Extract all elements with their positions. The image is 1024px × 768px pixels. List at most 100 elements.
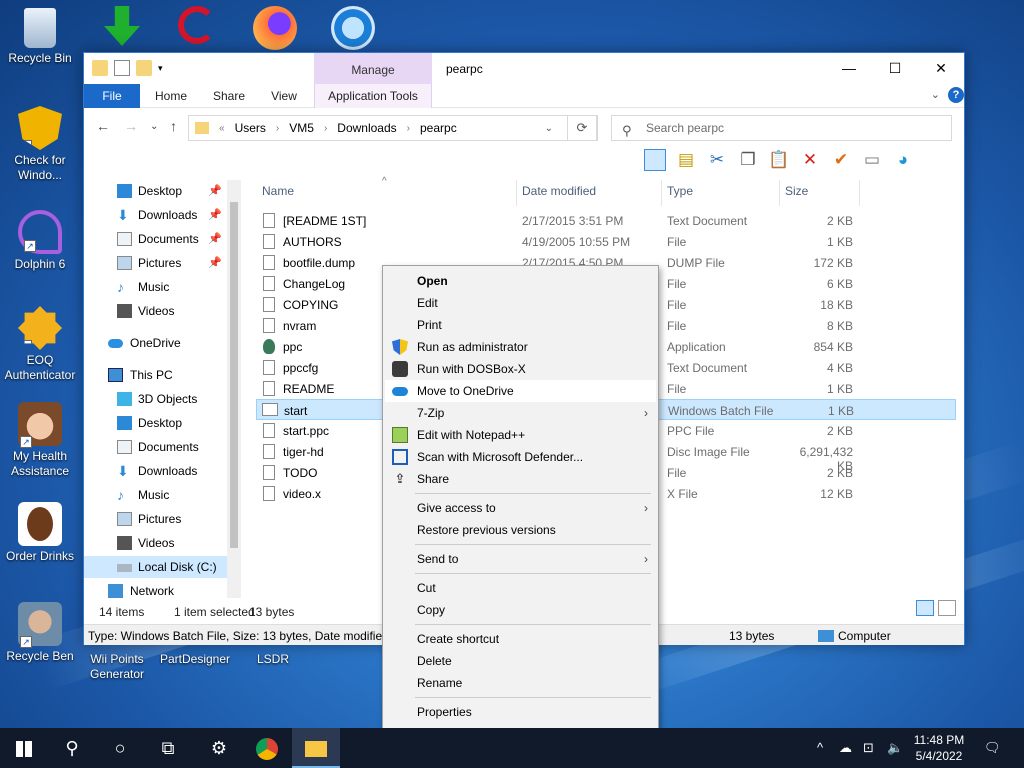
menu-item-defender-scan[interactable]: Scan with Microsoft Defender... bbox=[385, 446, 656, 468]
download-arrow-app-icon[interactable] bbox=[82, 6, 162, 49]
menu-item-share[interactable]: ⇪ Share bbox=[385, 468, 656, 490]
nav-item-pc-documents[interactable]: Documents bbox=[84, 436, 228, 458]
nav-item-pc-desktop[interactable]: Desktop bbox=[84, 412, 228, 434]
nav-item-this-pc[interactable]: This PC bbox=[84, 364, 228, 386]
nav-item-downloads[interactable]: ⬇ Downloads 📌 bbox=[84, 204, 228, 226]
delete-x-icon[interactable]: ✕ bbox=[799, 149, 821, 171]
cut-scissors-icon[interactable]: ✂ bbox=[706, 149, 728, 171]
checkmark-icon[interactable]: ✔ bbox=[830, 149, 852, 171]
search-input[interactable]: Search pearpc ⚲ bbox=[611, 115, 952, 141]
menu-item-give-access[interactable]: Give access to › bbox=[385, 497, 656, 519]
column-header-name[interactable]: Name bbox=[262, 184, 294, 198]
back-arrow-icon[interactable]: ← bbox=[96, 118, 110, 134]
menu-item-run-dosbox[interactable]: Run with DOSBox-X bbox=[385, 358, 656, 380]
tab-view[interactable]: View bbox=[260, 84, 308, 108]
recent-locations-chevron-icon[interactable]: ⌄ bbox=[150, 121, 158, 132]
red-app-icon[interactable] bbox=[157, 6, 237, 47]
menu-item-rename[interactable]: Rename bbox=[385, 672, 656, 694]
paste-icon[interactable]: 📋 bbox=[768, 149, 790, 171]
nav-item-documents[interactable]: Documents 📌 bbox=[84, 228, 228, 250]
nav-item-desktop[interactable]: Desktop 📌 bbox=[84, 180, 228, 202]
quicktime-app-icon[interactable] bbox=[313, 6, 393, 53]
properties-check-icon[interactable] bbox=[114, 60, 130, 76]
breadcrumb-vm5[interactable]: VM5 bbox=[289, 121, 314, 135]
tab-application-tools[interactable]: Application Tools bbox=[314, 84, 432, 108]
menu-item-open[interactable]: Open bbox=[385, 270, 656, 292]
menu-item-print[interactable]: Print bbox=[385, 314, 656, 336]
menu-item-create-shortcut[interactable]: Create shortcut bbox=[385, 628, 656, 650]
file-row[interactable]: AUTHORS 4/19/2005 10:55 PM File 1 KB bbox=[256, 231, 956, 252]
menu-item-properties[interactable]: Properties bbox=[385, 701, 656, 723]
desktop-icon-wii-points-generator[interactable]: Wii Points Generator bbox=[77, 652, 157, 682]
column-divider[interactable] bbox=[516, 180, 517, 206]
menu-item-notepadpp[interactable]: Edit with Notepad++ bbox=[385, 424, 656, 446]
nav-item-videos[interactable]: Videos bbox=[84, 300, 228, 322]
nav-item-pc-videos[interactable]: Videos bbox=[84, 532, 228, 554]
preview-pane-icon[interactable] bbox=[644, 149, 666, 171]
tab-file[interactable]: File bbox=[84, 84, 140, 108]
folder-icon[interactable] bbox=[92, 60, 108, 76]
nav-item-pc-pictures[interactable]: Pictures bbox=[84, 508, 228, 530]
start-button[interactable] bbox=[0, 728, 48, 768]
manage-contextual-tab[interactable]: Manage bbox=[314, 53, 432, 84]
file-row[interactable]: [README 1ST] 2/17/2015 3:51 PM Text Docume… bbox=[256, 210, 956, 231]
close-button[interactable]: ✕ bbox=[918, 53, 964, 83]
copy-icon[interactable]: ❐ bbox=[737, 149, 759, 171]
system-clock[interactable]: 11:48 PM 5/4/2022 bbox=[900, 732, 978, 764]
address-bar[interactable]: « Users › VM5 › Downloads › pearpc ⌄ bbox=[188, 115, 598, 141]
nav-item-pc-music[interactable]: ♪ Music bbox=[84, 484, 228, 506]
column-divider[interactable] bbox=[661, 180, 662, 206]
menu-item-send-to[interactable]: Send to › bbox=[385, 548, 656, 570]
column-header-size[interactable]: Size bbox=[785, 184, 808, 198]
cortana-button[interactable]: ○ bbox=[96, 728, 144, 768]
help-icon[interactable]: ? bbox=[948, 87, 964, 103]
minimize-button[interactable]: — bbox=[826, 53, 872, 83]
firefox-app-icon[interactable] bbox=[235, 6, 315, 53]
menu-item-run-as-admin[interactable]: Run as administrator bbox=[385, 336, 656, 358]
nav-item-pc-downloads[interactable]: ⬇ Downloads bbox=[84, 460, 228, 482]
search-taskbar-button[interactable]: ⚲ bbox=[48, 728, 96, 768]
tab-share[interactable]: Share bbox=[204, 84, 254, 108]
menu-item-move-to-onedrive[interactable]: Move to OneDrive bbox=[385, 380, 656, 402]
settings-taskbar-button[interactable]: ⚙ bbox=[195, 728, 243, 768]
tab-home[interactable]: Home bbox=[146, 84, 196, 108]
column-header-type[interactable]: Type bbox=[667, 184, 693, 198]
ribbon-expand-chevron-icon[interactable]: ⌄ bbox=[931, 88, 940, 101]
desktop-icon-order-drinks[interactable]: Order Drinks bbox=[0, 502, 80, 564]
details-view-icon[interactable] bbox=[916, 600, 934, 616]
address-dropdown-icon[interactable]: ⌄ bbox=[545, 123, 553, 134]
desktop-icon-recycle-bin[interactable]: Recycle Bin bbox=[0, 8, 80, 66]
new-folder-icon[interactable] bbox=[136, 60, 152, 76]
globe-shell-icon[interactable]: ◕ bbox=[892, 149, 914, 171]
desktop-icon-eoq-authenticator[interactable]: ↗ EOQ Authenticator bbox=[0, 306, 80, 383]
desktop-icon-check-for-windows[interactable]: ↗ Check for Windo... bbox=[0, 106, 80, 183]
breadcrumb-users[interactable]: Users bbox=[235, 121, 266, 135]
desktop-icon-recycle-ben[interactable]: ↗ Recycle Ben bbox=[0, 602, 80, 664]
column-divider[interactable] bbox=[859, 180, 860, 206]
desktop-icon-my-health-assistance[interactable]: ↗ My Health Assistance bbox=[0, 402, 80, 479]
nav-item-pictures[interactable]: Pictures 📌 bbox=[84, 252, 228, 274]
desktop-icon-lsdr[interactable]: LSDR bbox=[233, 652, 313, 667]
menu-item-cut[interactable]: Cut bbox=[385, 577, 656, 599]
maximize-button[interactable]: ☐ bbox=[872, 53, 918, 83]
nav-item-3d-objects[interactable]: 3D Objects bbox=[84, 388, 228, 410]
breadcrumb-pearpc[interactable]: pearpc bbox=[420, 121, 457, 135]
forward-arrow-icon[interactable]: → bbox=[124, 118, 138, 134]
nav-item-network[interactable]: Network bbox=[84, 580, 228, 600]
address-overflow[interactable]: « bbox=[219, 123, 225, 134]
menu-item-delete[interactable]: Delete bbox=[385, 650, 656, 672]
menu-item-restore-versions[interactable]: Restore previous versions bbox=[385, 519, 656, 541]
qat-dropdown-icon[interactable]: ▾ bbox=[158, 60, 174, 76]
onedrive-tray-icon[interactable]: ☁ bbox=[839, 740, 852, 756]
file-explorer-taskbar-button[interactable] bbox=[292, 728, 340, 768]
column-divider[interactable] bbox=[779, 180, 780, 206]
notifications-icon[interactable]: 🗨 bbox=[984, 740, 1001, 756]
menu-item-edit[interactable]: Edit bbox=[385, 292, 656, 314]
up-arrow-icon[interactable]: ↑ bbox=[170, 118, 177, 134]
nav-item-local-disk[interactable]: Local Disk (C:) bbox=[84, 556, 228, 578]
tray-overflow-chevron-icon[interactable]: ^ bbox=[817, 740, 823, 755]
menu-item-7zip[interactable]: 7-Zip › bbox=[385, 402, 656, 424]
desktop-icon-partdesigner[interactable]: PartDesigner bbox=[155, 652, 235, 667]
column-header-date[interactable]: Date modified bbox=[522, 184, 596, 198]
refresh-button[interactable]: ⟳ bbox=[567, 115, 597, 141]
